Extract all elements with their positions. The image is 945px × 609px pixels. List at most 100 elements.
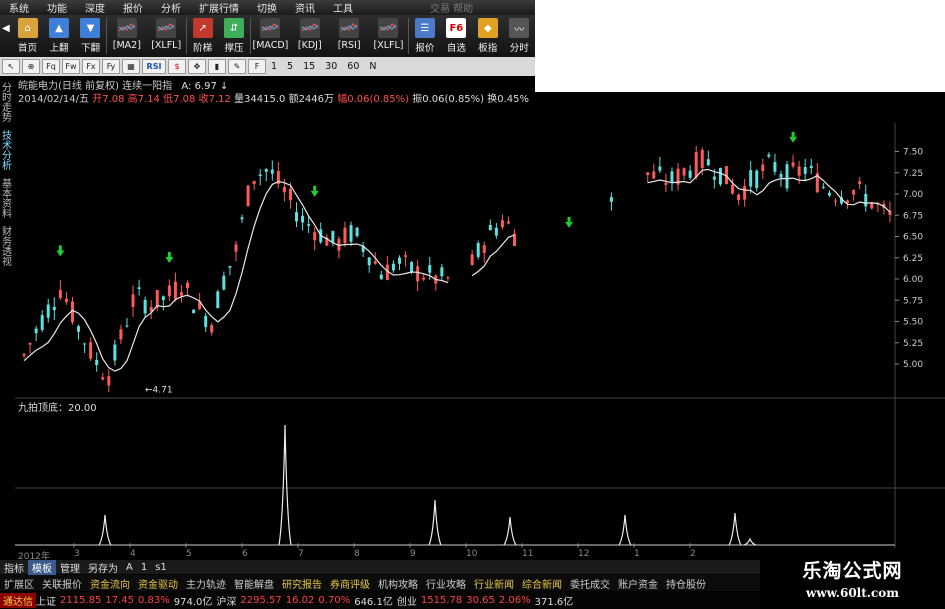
ticker-item: 371.6亿 (534, 597, 574, 608)
nav-item-3[interactable]: 资金驱动 (134, 576, 182, 591)
price-label: 5.00 (903, 360, 923, 370)
back-button[interactable]: ◀ (0, 15, 12, 57)
menu-extra[interactable]: 交易 帮助 (430, 0, 473, 15)
toolbar-button-13[interactable]: ◆ 板指 (472, 15, 503, 57)
toolbar-button-7[interactable]: [MACD] (251, 15, 290, 57)
price-label: 7.00 (903, 190, 923, 200)
toolbar-button-5[interactable]: ↗ 阶梯 (187, 15, 218, 57)
toolbar-button-3[interactable]: [MA2] (107, 15, 146, 57)
fx-icon[interactable]: Fx (82, 59, 100, 74)
ticker-item[interactable]: 通达信 (0, 593, 36, 608)
rsi-chart-icon (339, 18, 360, 38)
nav-item-13[interactable]: 账户资金 (614, 576, 662, 591)
nav-item-6[interactable]: 研究报告 (278, 576, 326, 591)
menu-item-5[interactable]: 扩展行情 (190, 0, 248, 15)
fy-icon[interactable]: Fy (102, 59, 120, 74)
dollar-icon[interactable]: $ (168, 59, 186, 74)
toolbar-button-11[interactable]: ☰ 报价 (409, 15, 440, 57)
bar-icon[interactable]: ▮ (208, 59, 226, 74)
fq-icon[interactable]: Fq (42, 59, 60, 74)
menu-item-3[interactable]: 报价 (114, 0, 152, 15)
toolbar-button-10[interactable]: [XLFL] (369, 15, 408, 57)
toolbar-button-2[interactable]: ▼ 下翻 (75, 15, 106, 57)
toolbar-button-label: 撑压 (224, 43, 244, 54)
nav-item-2[interactable]: 资金流向 (86, 576, 134, 591)
indicator-tab-1[interactable]: 模板 (28, 559, 56, 575)
zoom-in-icon[interactable]: ⊕ (22, 59, 40, 74)
candle-body (367, 257, 371, 266)
indicator-tab-4[interactable]: A (122, 562, 137, 573)
candle-body (179, 292, 183, 296)
menu-item-8[interactable]: 工具 (324, 0, 362, 15)
indicator-tab-5[interactable]: 1 (137, 562, 151, 573)
menu-item-1[interactable]: 功能 (38, 0, 76, 15)
candle-body (228, 266, 232, 268)
nav-item-0[interactable]: 扩展区 (0, 576, 38, 591)
ticker-item: 上证 (36, 597, 56, 608)
nav-item-7[interactable]: 券商评级 (326, 576, 374, 591)
date-axis-label: 6 (242, 549, 248, 559)
candle-body (252, 180, 256, 184)
nav-item-12[interactable]: 委托成交 (566, 576, 614, 591)
candle-body (77, 326, 81, 332)
side-tab-finance[interactable]: 财务透视 (2, 228, 15, 272)
nav-item-5[interactable]: 智能解盘 (230, 576, 278, 591)
nav-item-9[interactable]: 行业攻略 (422, 576, 470, 591)
nav-item-8[interactable]: 机构攻略 (374, 576, 422, 591)
edit-icon[interactable]: F (248, 59, 266, 74)
candle-body (270, 169, 274, 174)
ticker-item: 沪深 (216, 597, 237, 608)
indicator-tab-3[interactable]: 另存为 (84, 560, 122, 575)
period-15[interactable]: 15 (298, 61, 320, 72)
toolbar-button-label: [MA2] (112, 40, 141, 51)
nav-item-10[interactable]: 行业新闻 (470, 576, 518, 591)
candle-body (343, 227, 347, 244)
candle-body (428, 265, 432, 273)
toolbar-button-14[interactable]: 〰分时 (504, 15, 535, 57)
toolbar-button-6[interactable]: ⇵ 撑压 (218, 15, 249, 57)
period-60[interactable]: 60 (342, 61, 364, 72)
nav-item-14[interactable]: 持仓股份 (662, 576, 710, 591)
period-30[interactable]: 30 (320, 61, 342, 72)
rsi-icon[interactable]: RSI (142, 59, 166, 74)
toolbar-button-label: 板指 (478, 43, 498, 54)
menu-item-0[interactable]: 系统 (0, 0, 38, 15)
home-icon: ⌂ (17, 18, 38, 38)
candle-body (397, 257, 401, 264)
menu-item-7[interactable]: 资讯 (286, 0, 324, 15)
toolbar-button-12[interactable]: F6 自选 (441, 15, 472, 57)
indicator-tab-6[interactable]: s1 (151, 562, 171, 573)
menu-item-2[interactable]: 深度 (76, 0, 114, 15)
side-tab-technical[interactable]: 技术分析 (2, 132, 15, 176)
ticker-item: 创业 (396, 597, 417, 608)
date-axis-label: 9 (410, 549, 416, 559)
nav-item-4[interactable]: 主力轨迹 (182, 576, 230, 591)
candle-body (791, 162, 795, 167)
toolbar-button-1[interactable]: ▲ 上翻 (43, 15, 74, 57)
nav-item-1[interactable]: 关联报价 (38, 576, 86, 591)
date-axis-label: 5 (186, 549, 192, 559)
move-icon[interactable]: ✥ (188, 59, 206, 74)
side-tab-profile[interactable]: 基本资料 (2, 180, 15, 224)
toolbar-button-0[interactable]: ⌂ 首页 (12, 15, 43, 57)
nav-item-11[interactable]: 综合新闻 (518, 576, 566, 591)
menu-item-6[interactable]: 切换 (248, 0, 286, 15)
candle-body (785, 164, 789, 189)
toolbar-button-4[interactable]: [XLFL] (147, 15, 186, 57)
period-N[interactable]: N (364, 61, 381, 72)
indicator-tab-0[interactable]: 指标 (0, 560, 28, 575)
indicator-tab-2[interactable]: 管理 (56, 560, 84, 575)
pencil-icon[interactable]: ✎ (228, 59, 246, 74)
side-tab-intraday[interactable]: 分时走势 (2, 84, 15, 128)
ticker-item: 974.0亿 (173, 597, 213, 608)
menu-item-4[interactable]: 分析 (152, 0, 190, 15)
kline-chart[interactable]: 7.50 7.25 7.00 6.75 6.50 6.25 6.00 5.75 5.50 5.25… (15, 103, 945, 548)
fw-icon[interactable]: Fw (62, 59, 80, 74)
cursor-icon[interactable]: ↖ (2, 59, 20, 74)
toolbar-button-8[interactable]: [KDJ] (290, 15, 329, 57)
layout-icon[interactable]: ▦ (122, 59, 140, 74)
period-1[interactable]: 1 (266, 61, 282, 72)
period-5[interactable]: 5 (282, 61, 298, 72)
toolbar-button-9[interactable]: [RSI] (329, 15, 368, 57)
indicator-spike (98, 514, 112, 546)
